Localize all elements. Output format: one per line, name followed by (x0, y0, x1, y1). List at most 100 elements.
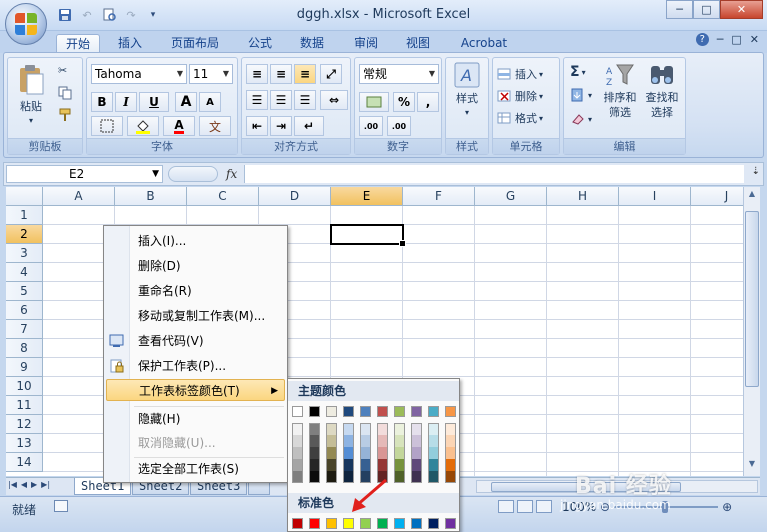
theme-color-swatch[interactable] (445, 406, 456, 417)
theme-shade-swatch[interactable] (309, 447, 320, 459)
theme-shade-swatch[interactable] (411, 435, 422, 447)
theme-shade-swatch[interactable] (428, 447, 439, 459)
theme-shade-swatch[interactable] (411, 471, 422, 483)
tab-insert[interactable]: 插入 (108, 34, 152, 54)
row-header-14[interactable]: 14 (6, 453, 43, 472)
standard-color-swatch[interactable] (428, 518, 439, 529)
column-header-h[interactable]: H (547, 187, 619, 206)
workbook-close-button[interactable]: ✕ (750, 33, 759, 46)
phonetic-button[interactable]: 文 (199, 116, 231, 136)
percent-button[interactable]: % (393, 92, 415, 112)
minimize-button[interactable]: ─ (666, 0, 693, 19)
theme-color-swatch[interactable] (309, 406, 320, 417)
office-button[interactable] (5, 3, 47, 45)
borders-button[interactable] (91, 116, 123, 136)
standard-color-swatch[interactable] (360, 518, 371, 529)
theme-color-swatch[interactable] (360, 406, 371, 417)
menu-item-hide[interactable]: 隐藏(H) (132, 408, 286, 430)
theme-shade-swatch[interactable] (394, 447, 405, 459)
formula-input[interactable] (244, 165, 744, 183)
macro-record-icon[interactable] (54, 500, 68, 512)
theme-shade-swatch[interactable] (445, 471, 456, 483)
row-header-7[interactable]: 7 (6, 320, 43, 339)
comma-button[interactable]: , (417, 92, 439, 112)
decrease-indent-icon[interactable]: ⇤ (246, 116, 268, 136)
merge-center-icon[interactable]: ⇔ (320, 90, 348, 110)
scroll-down-icon[interactable]: ▼ (745, 459, 759, 473)
row-header-6[interactable]: 6 (6, 301, 43, 320)
standard-color-swatch[interactable] (445, 518, 456, 529)
theme-shade-swatch[interactable] (428, 423, 439, 435)
close-button[interactable]: ✕ (720, 0, 763, 19)
theme-shade-swatch[interactable] (394, 471, 405, 483)
cut-icon[interactable]: ✂ (58, 64, 67, 77)
theme-shade-swatch[interactable] (292, 459, 303, 471)
standard-color-swatch[interactable] (292, 518, 303, 529)
column-header-a[interactable]: A (43, 187, 115, 206)
theme-color-swatch[interactable] (326, 406, 337, 417)
menu-item-rename[interactable]: 重命名(R) (132, 280, 286, 302)
theme-shade-swatch[interactable] (377, 447, 388, 459)
select-all-corner[interactable] (6, 187, 43, 206)
column-header-g[interactable]: G (475, 187, 547, 206)
insert-cells-button[interactable]: 插入 ▾ (497, 66, 543, 82)
row-header-4[interactable]: 4 (6, 263, 43, 282)
theme-shade-swatch[interactable] (326, 435, 337, 447)
find-select-button[interactable]: 查找和 选择 (642, 62, 682, 120)
bold-button[interactable]: B (91, 92, 113, 112)
theme-shade-swatch[interactable] (326, 459, 337, 471)
align-right-icon[interactable]: ☰ (294, 90, 316, 110)
standard-color-swatch[interactable] (411, 518, 422, 529)
theme-shade-swatch[interactable] (326, 447, 337, 459)
font-color-button[interactable]: A (163, 116, 195, 136)
increase-indent-icon[interactable]: ⇥ (270, 116, 292, 136)
theme-shade-swatch[interactable] (292, 447, 303, 459)
row-header-2[interactable]: 2 (6, 225, 43, 244)
orientation-icon[interactable]: ⤢ (320, 64, 342, 84)
expand-formula-bar-icon[interactable]: ⇣ (752, 166, 760, 177)
theme-shade-swatch[interactable] (360, 447, 371, 459)
theme-shade-swatch[interactable] (309, 471, 320, 483)
tab-data[interactable]: 数据 (290, 34, 334, 54)
theme-shade-swatch[interactable] (292, 423, 303, 435)
align-center-icon[interactable]: ☰ (270, 90, 292, 110)
theme-shade-swatch[interactable] (411, 447, 422, 459)
zoom-in-icon[interactable]: ⊕ (722, 500, 732, 514)
underline-button[interactable]: U (139, 92, 169, 112)
menu-item-insert[interactable]: 插入(I)... (132, 230, 286, 252)
wrap-text-icon[interactable]: ↵ (294, 116, 324, 136)
menu-item-protect-sheet[interactable]: 保护工作表(P)... (132, 355, 286, 377)
theme-shade-swatch[interactable] (309, 459, 320, 471)
standard-color-swatch[interactable] (309, 518, 320, 529)
workbook-restore-button[interactable]: □ (731, 33, 741, 46)
theme-shade-swatch[interactable] (343, 423, 354, 435)
theme-shade-swatch[interactable] (394, 435, 405, 447)
theme-shade-swatch[interactable] (411, 423, 422, 435)
maximize-button[interactable]: □ (693, 0, 720, 19)
theme-shade-swatch[interactable] (326, 471, 337, 483)
italic-button[interactable]: I (115, 92, 137, 112)
theme-shade-swatch[interactable] (411, 459, 422, 471)
theme-shade-swatch[interactable] (377, 435, 388, 447)
font-size-combo[interactable]: 11 ▼ (189, 64, 233, 84)
active-cell-e2[interactable] (330, 224, 406, 247)
theme-shade-swatch[interactable] (428, 435, 439, 447)
theme-shade-swatch[interactable] (360, 435, 371, 447)
theme-shade-swatch[interactable] (326, 423, 337, 435)
row-header-11[interactable]: 11 (6, 396, 43, 415)
theme-color-swatch[interactable] (428, 406, 439, 417)
autosum-button[interactable]: Σ ▾ (570, 64, 586, 80)
theme-shade-swatch[interactable] (428, 459, 439, 471)
theme-color-swatch[interactable] (343, 406, 354, 417)
styles-button[interactable]: A 样式 ▾ (450, 62, 484, 117)
fill-color-button[interactable] (127, 116, 159, 136)
last-sheet-icon[interactable]: ▶| (41, 480, 50, 489)
theme-color-swatch[interactable] (377, 406, 388, 417)
theme-shade-swatch[interactable] (309, 435, 320, 447)
row-header-12[interactable]: 12 (6, 415, 43, 434)
font-name-combo[interactable]: Tahoma ▼ (91, 64, 187, 84)
standard-color-swatch[interactable] (394, 518, 405, 529)
theme-shade-swatch[interactable] (377, 459, 388, 471)
column-header-e[interactable]: E (331, 187, 403, 206)
format-cells-button[interactable]: 格式 ▾ (497, 110, 543, 126)
